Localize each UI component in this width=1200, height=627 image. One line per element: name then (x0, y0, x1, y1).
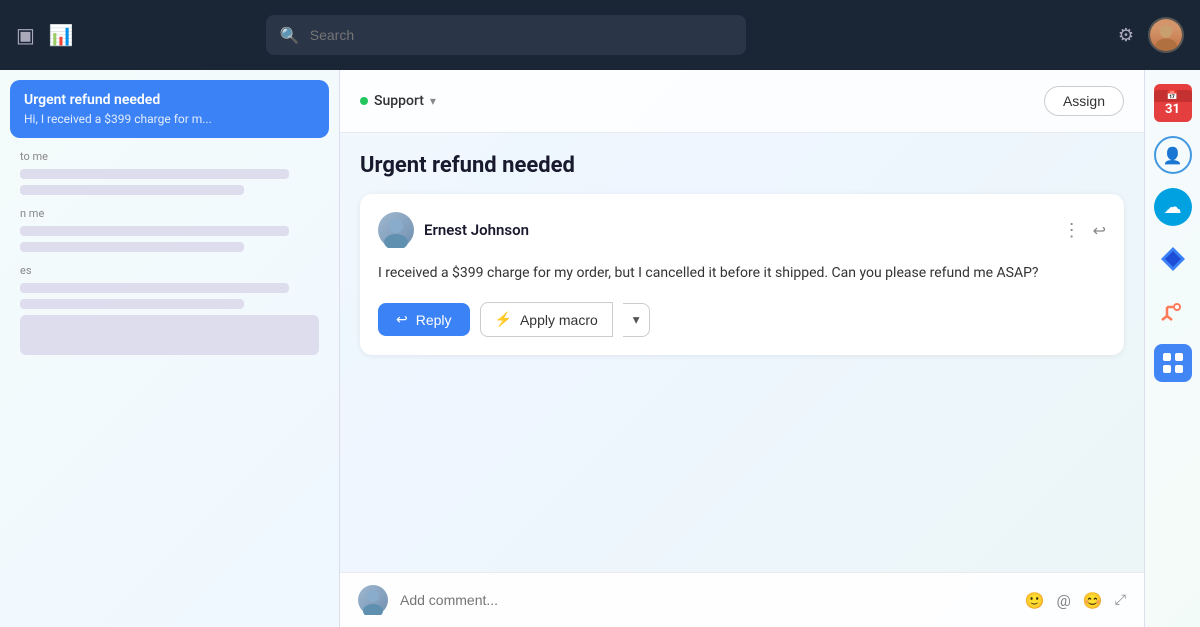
diamond-icon[interactable] (1154, 240, 1192, 278)
avatar-image (1150, 19, 1182, 51)
status-dot (360, 97, 368, 105)
comment-bar: 🙂 @ 😊 ⤢ (340, 572, 1144, 627)
skeleton-line (20, 185, 244, 195)
skeleton-line (20, 299, 244, 309)
apply-macro-button[interactable]: ⚡ Apply macro (480, 302, 613, 337)
skeleton-line (20, 226, 289, 236)
skeleton-meta-1: to me (20, 150, 319, 163)
grid-icon[interactable] (1154, 344, 1192, 382)
skeleton-line (20, 283, 289, 293)
ticket-body: Urgent refund needed Ernest Johnson ⋮ ↩ (340, 133, 1144, 572)
skeleton-line (20, 169, 289, 179)
skeleton-meta-3: es (20, 264, 319, 277)
chevron-down-icon[interactable]: ▾ (430, 94, 436, 108)
search-input[interactable] (310, 27, 732, 43)
message-text: I received a $399 charge for my order, b… (378, 262, 1106, 284)
more-options-icon[interactable]: ⋮ (1063, 220, 1081, 241)
contact-icon[interactable]: 👤 (1154, 136, 1192, 174)
active-ticket-title: Urgent refund needed (24, 92, 315, 108)
macro-dropdown-button[interactable]: ▾ (623, 303, 651, 337)
topbar: ▣ 📊 🔍 ⚙ (0, 0, 1200, 70)
message-card: Ernest Johnson ⋮ ↩ I received a $399 cha… (360, 194, 1124, 355)
topbar-left-icons: ▣ 📊 (16, 23, 74, 47)
reply-label: Reply (416, 312, 452, 328)
active-ticket-preview: Hi, I received a $399 charge for m... (24, 112, 315, 126)
inbox-icon[interactable]: ▣ (16, 23, 35, 47)
macro-icon: ⚡ (495, 311, 512, 328)
skeleton-box (20, 315, 319, 355)
calendar-icon[interactable]: 📅 31 (1154, 84, 1192, 122)
left-sidebar: Urgent refund needed Hi, I received a $3… (0, 70, 340, 627)
message-actions: ⋮ ↩ (1063, 220, 1106, 241)
message-footer: ↩ Reply ⚡ Apply macro ▾ (378, 302, 1106, 337)
sender-avatar (378, 212, 414, 248)
skeleton-item-2: n me (20, 207, 319, 252)
hubspot-icon[interactable] (1154, 292, 1192, 330)
reply-icon[interactable]: ↩ (1093, 221, 1106, 240)
comment-icons: 🙂 @ 😊 ⤢ (1025, 591, 1126, 610)
gear-icon[interactable]: ⚙ (1118, 25, 1134, 46)
skeleton-line (20, 242, 244, 252)
reply-button[interactable]: ↩ Reply (378, 303, 470, 336)
comment-input[interactable] (400, 592, 1013, 608)
skeleton-item-1: to me (20, 150, 319, 195)
status-label: Support (374, 93, 424, 109)
emoji-icon[interactable]: 🙂 (1025, 591, 1045, 610)
search-icon: 🔍 (280, 26, 300, 45)
comment-avatar (358, 585, 388, 615)
assign-button[interactable]: Assign (1044, 86, 1124, 116)
skeleton-item-3: es (20, 264, 319, 355)
skeleton-meta-2: n me (20, 207, 319, 220)
expand-icon[interactable]: ⤢ (1115, 592, 1126, 608)
sender-name: Ernest Johnson (424, 221, 529, 239)
analytics-icon[interactable]: 📊 (49, 23, 74, 47)
reply-arrow-icon: ↩ (396, 311, 408, 328)
topbar-right: ⚙ (1118, 17, 1184, 53)
right-sidebar: 📅 31 👤 ☁ (1144, 70, 1200, 627)
salesforce-icon[interactable]: ☁ (1154, 188, 1192, 226)
center-content: Support ▾ Assign Urgent refund needed Er… (340, 70, 1144, 627)
message-header: Ernest Johnson ⋮ ↩ (378, 212, 1106, 248)
mention-icon[interactable]: @ (1057, 591, 1071, 610)
ticket-header: Support ▾ Assign (340, 70, 1144, 133)
support-badge: Support ▾ (360, 93, 436, 109)
search-bar[interactable]: 🔍 (266, 15, 746, 55)
reaction-icon[interactable]: 😊 (1083, 591, 1103, 610)
apply-macro-label: Apply macro (520, 312, 598, 328)
ticket-title: Urgent refund needed (360, 153, 1124, 178)
main-layout: Urgent refund needed Hi, I received a $3… (0, 70, 1200, 627)
chevron-down-icon: ▾ (633, 312, 640, 327)
avatar[interactable] (1148, 17, 1184, 53)
active-ticket-item[interactable]: Urgent refund needed Hi, I received a $3… (10, 80, 329, 138)
